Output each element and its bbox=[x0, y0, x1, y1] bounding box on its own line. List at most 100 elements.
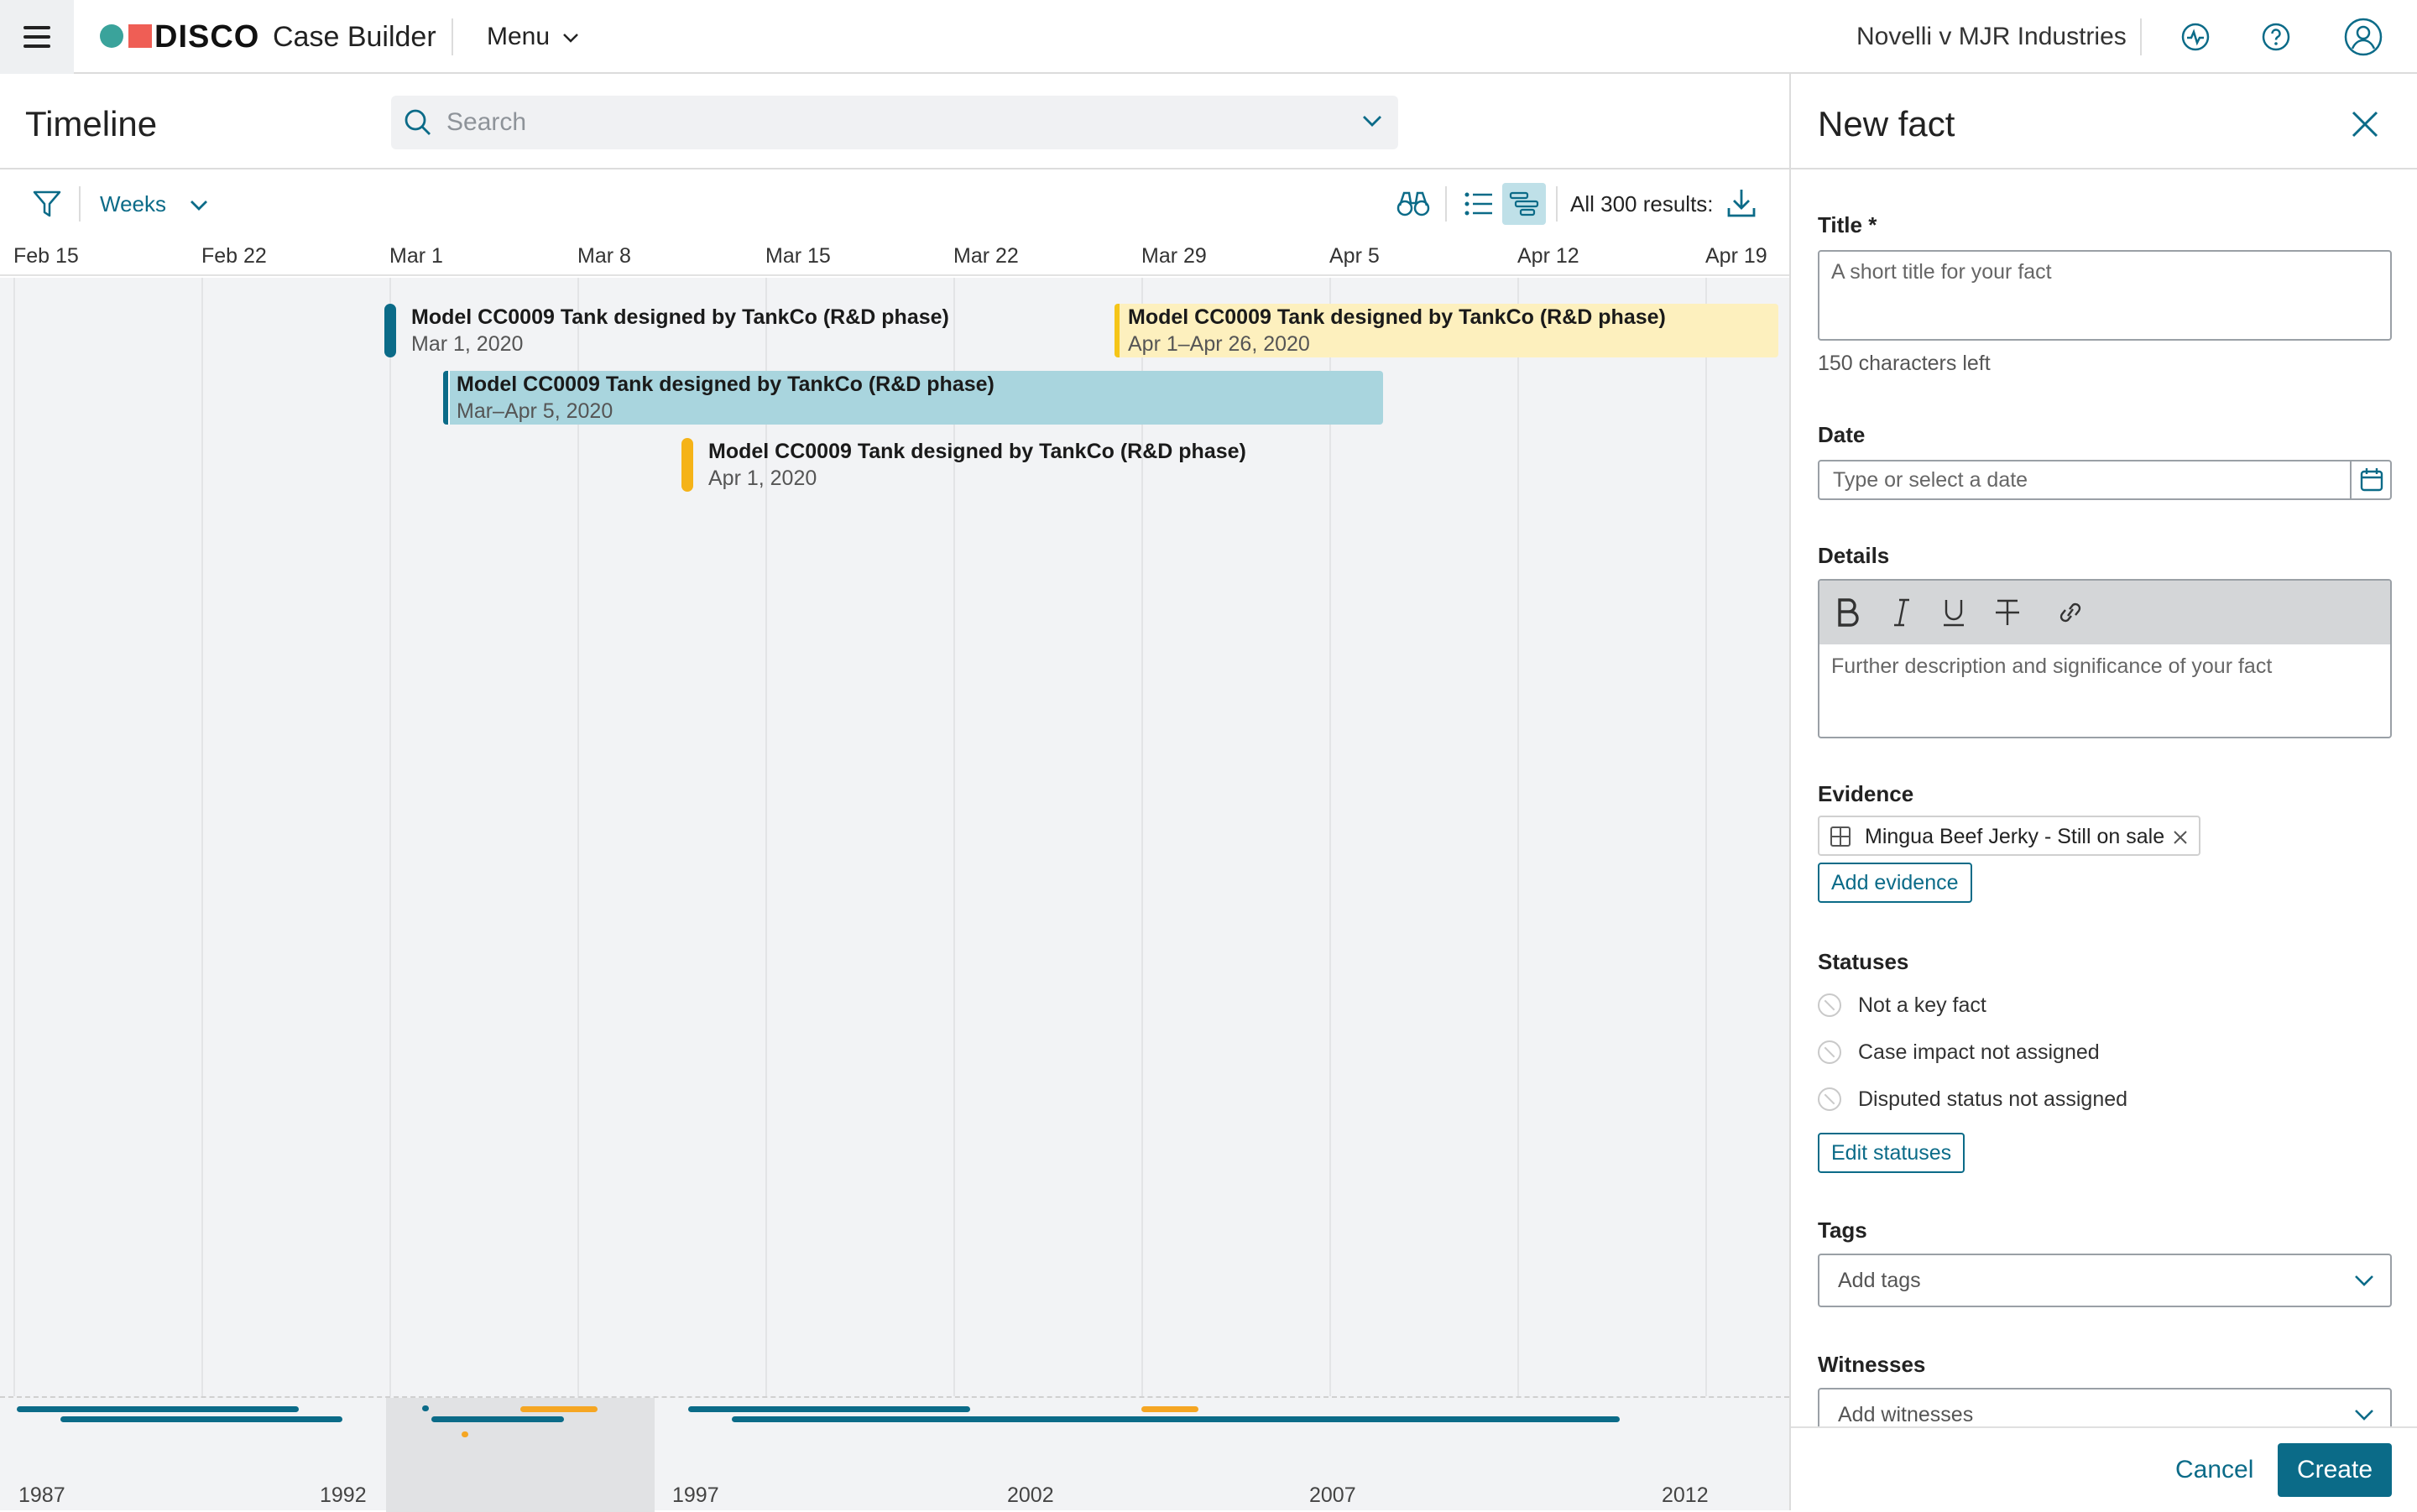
event-title: Model CC0009 Tank designed by TankCo (R&… bbox=[457, 373, 994, 396]
add-evidence-button[interactable]: Add evidence bbox=[1818, 863, 1972, 903]
axis-label: Apr 12 bbox=[1517, 244, 1579, 268]
date-picker-button[interactable] bbox=[2350, 461, 2390, 498]
grid-line bbox=[1329, 278, 1331, 1399]
results-count: All 300 results: bbox=[1570, 191, 1714, 216]
event-date: Mar–Apr 5, 2020 bbox=[457, 399, 613, 423]
date-label: Date bbox=[1818, 422, 1866, 447]
axis-label: Apr 19 bbox=[1705, 244, 1767, 268]
witnesses-label: Witnesses bbox=[1818, 1352, 1926, 1377]
status-text: Case impact not assigned bbox=[1858, 1040, 2100, 1064]
timeline-view-button[interactable] bbox=[1502, 183, 1546, 225]
activity-icon[interactable] bbox=[2180, 22, 2211, 52]
overview-bar bbox=[520, 1406, 598, 1412]
strikethrough-icon[interactable] bbox=[1994, 597, 2021, 628]
timeline-view-icon bbox=[1509, 191, 1539, 216]
overview-bar bbox=[422, 1405, 429, 1411]
timeline-event[interactable]: Model CC0009 Tank designed by TankCo (R&… bbox=[443, 371, 1383, 425]
list-icon bbox=[1464, 192, 1492, 216]
download-icon[interactable] bbox=[1725, 186, 1757, 220]
logo-square bbox=[128, 24, 152, 48]
close-icon[interactable] bbox=[2348, 107, 2382, 141]
zoom-label: Weeks bbox=[100, 191, 166, 216]
axis-label: Mar 8 bbox=[577, 244, 631, 268]
status-unassigned-icon bbox=[1818, 1087, 1841, 1111]
overview-window[interactable] bbox=[386, 1398, 655, 1512]
evidence-chip[interactable]: Mingua Beef Jerky - Still on sale bbox=[1818, 816, 2200, 856]
grid-line bbox=[577, 278, 579, 1399]
overview-year: 1987 bbox=[18, 1483, 65, 1507]
overview-bar bbox=[462, 1431, 468, 1437]
logo-text: DISCO bbox=[154, 19, 260, 55]
tags-label: Tags bbox=[1818, 1217, 1867, 1243]
grid-line bbox=[13, 278, 15, 1399]
cancel-button[interactable]: Cancel bbox=[2160, 1445, 2268, 1495]
event-title: Model CC0009 Tank designed by TankCo (R&… bbox=[708, 440, 1246, 463]
link-icon[interactable] bbox=[2056, 597, 2085, 628]
event-date: Apr 1, 2020 bbox=[708, 467, 817, 490]
overview-year: 2007 bbox=[1309, 1483, 1356, 1507]
underline-icon[interactable] bbox=[1940, 597, 1967, 628]
timeline-event[interactable]: Model CC0009 Tank designed by TankCo (R&… bbox=[1115, 304, 1778, 357]
status-unassigned-icon bbox=[1818, 993, 1841, 1017]
page-title: Timeline bbox=[25, 104, 158, 143]
remove-icon[interactable] bbox=[2172, 829, 2189, 846]
characters-left: 150 characters left bbox=[1818, 352, 1991, 375]
axis-label: Feb 22 bbox=[201, 244, 267, 268]
italic-icon[interactable] bbox=[1890, 597, 1913, 628]
axis-label: Apr 5 bbox=[1329, 244, 1380, 268]
timeline-overview[interactable]: 1987 1992 1997 2002 2007 2012 bbox=[0, 1396, 1789, 1512]
axis-label: Mar 15 bbox=[765, 244, 831, 268]
overview-bar bbox=[17, 1406, 299, 1412]
help-icon[interactable] bbox=[2261, 22, 2291, 52]
timeline-canvas[interactable]: Model CC0009 Tank designed by TankCo (R&… bbox=[0, 278, 1789, 1399]
divider bbox=[1445, 186, 1447, 222]
event-date: Apr 1–Apr 26, 2020 bbox=[1128, 332, 1310, 356]
event-title: Model CC0009 Tank designed by TankCo (R&… bbox=[411, 305, 949, 329]
details-editor[interactable] bbox=[1818, 579, 2392, 738]
divider bbox=[1791, 168, 2417, 169]
overview-bar bbox=[732, 1416, 1620, 1422]
chevron-down-icon bbox=[563, 34, 579, 43]
details-label: Details bbox=[1818, 543, 1890, 568]
app-name: Case Builder bbox=[273, 21, 436, 53]
panel-footer: Cancel Create bbox=[1791, 1426, 2417, 1510]
grid-line bbox=[1517, 278, 1519, 1399]
witnesses-placeholder: Add witnesses bbox=[1838, 1403, 1974, 1426]
search-box[interactable] bbox=[391, 96, 1398, 149]
axis-label: Mar 1 bbox=[389, 244, 443, 268]
logo-dot bbox=[100, 24, 123, 48]
binoculars-icon[interactable] bbox=[1396, 188, 1430, 218]
tags-placeholder: Add tags bbox=[1838, 1269, 1921, 1292]
create-button[interactable]: Create bbox=[2278, 1443, 2392, 1497]
new-fact-panel: New fact Title * 150 characters left Dat… bbox=[1789, 74, 2417, 1510]
title-input[interactable] bbox=[1819, 252, 2390, 336]
filter-icon[interactable] bbox=[32, 190, 62, 218]
editor-toolbar bbox=[1819, 581, 2390, 644]
status-unassigned-icon bbox=[1818, 1040, 1841, 1064]
overview-year: 2012 bbox=[1662, 1483, 1709, 1507]
edit-statuses-button[interactable]: Edit statuses bbox=[1818, 1133, 1965, 1173]
details-input[interactable] bbox=[1819, 648, 2390, 732]
chevron-down-icon[interactable] bbox=[1361, 114, 1383, 129]
hamburger-menu-icon[interactable] bbox=[0, 0, 74, 74]
user-avatar-icon[interactable] bbox=[2343, 17, 2383, 57]
grid-line bbox=[1705, 278, 1707, 1399]
overview-bar bbox=[1141, 1406, 1198, 1412]
title-field[interactable] bbox=[1818, 250, 2392, 341]
divider bbox=[79, 186, 81, 222]
event-date: Mar 1, 2020 bbox=[411, 332, 524, 356]
grid-line bbox=[201, 278, 203, 1399]
divider bbox=[452, 18, 453, 55]
date-field[interactable] bbox=[1818, 460, 2392, 500]
zoom-select[interactable]: Weeks bbox=[100, 189, 209, 219]
spreadsheet-icon bbox=[1830, 826, 1851, 847]
search-input[interactable] bbox=[445, 102, 1334, 143]
list-view-button[interactable] bbox=[1457, 183, 1501, 225]
bold-icon[interactable] bbox=[1835, 597, 1861, 628]
menu-button[interactable]: Menu bbox=[487, 18, 580, 55]
calendar-icon bbox=[2360, 468, 2383, 492]
title-label: Title * bbox=[1818, 212, 1877, 237]
tags-select[interactable]: Add tags bbox=[1818, 1254, 2392, 1307]
date-input[interactable] bbox=[1831, 467, 2335, 493]
panel-title: New fact bbox=[1818, 104, 1955, 143]
